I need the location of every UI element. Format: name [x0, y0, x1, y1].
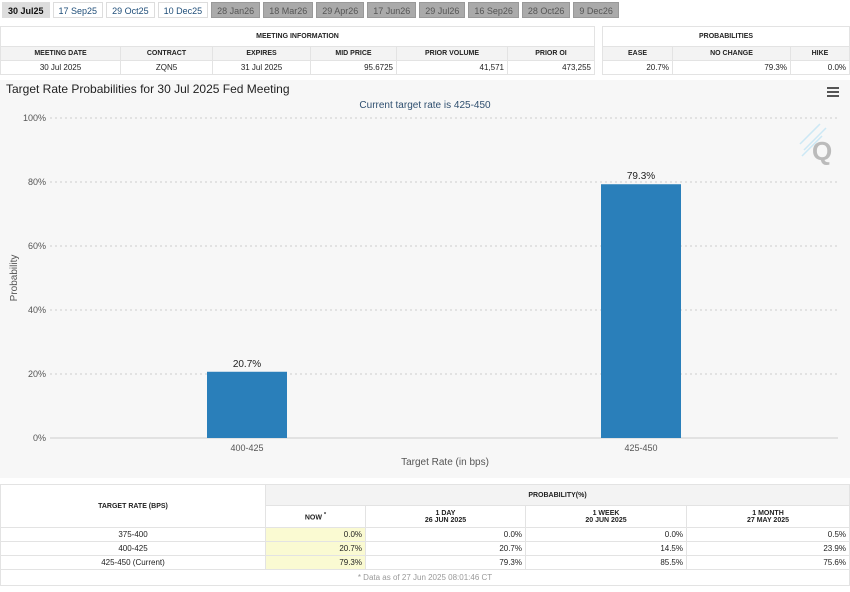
tab-meeting[interactable]: 29 Jul26	[419, 2, 466, 18]
probability-cell: 75.6%	[686, 555, 850, 570]
x-tick-label: 425-450	[624, 443, 657, 453]
col-header: PRIOR VOLUME	[396, 46, 508, 61]
col-header: PRIOR OI	[507, 46, 595, 61]
meeting-info-title: MEETING INFORMATION	[0, 26, 595, 47]
expires: 31 Jul 2025	[212, 60, 311, 75]
y-tick-label: 40%	[28, 305, 46, 315]
target-rate: 400-425	[0, 541, 266, 556]
tab-meeting[interactable]: 29 Oct25	[106, 2, 155, 18]
meeting-tabs: 30 Jul25 17 Sep25 29 Oct25 10 Dec25 28 Jan26…	[2, 2, 619, 18]
tab-meeting[interactable]: 9 Dec26	[573, 2, 619, 18]
mid-price: 95.6725	[310, 60, 397, 75]
target-rate: 375-400	[0, 527, 266, 542]
tab-meeting[interactable]: 18 Mar26	[263, 2, 314, 18]
chart-panel: Target Rate Probabilities for 30 Jul 202…	[0, 80, 850, 478]
no-change-value: 79.3%	[672, 60, 791, 75]
probability-cell: 0.5%	[686, 527, 850, 542]
prior-volume: 41,571	[396, 60, 508, 75]
probability-cell: 20.7%	[365, 541, 526, 556]
bar-425-450[interactable]	[601, 184, 681, 438]
y-tick-label: 100%	[23, 113, 46, 123]
col-label: 1 WEEK	[592, 509, 620, 517]
probability-cell: 79.3%	[365, 555, 526, 570]
target-rate-header: TARGET RATE (BPS)	[0, 484, 266, 528]
meeting-info-table: MEETING INFORMATION MEETING DATE CONTRAC…	[0, 26, 595, 75]
probability-cell: 23.9%	[686, 541, 850, 556]
watermark-logo: Q	[799, 123, 832, 166]
hike-value: 0.0%	[790, 60, 850, 75]
table-row: 425-450 (Current) 79.3% 79.3% 85.5% 75.6%	[0, 555, 850, 570]
col-header: EXPIRES	[212, 46, 311, 61]
col-date: 20 JUN 2025	[585, 516, 627, 524]
col-header: CONTRACT	[120, 46, 213, 61]
probability-cell: 0.0%	[265, 527, 366, 542]
menu-icon[interactable]	[827, 87, 839, 97]
probability-cell: 20.7%	[265, 541, 366, 556]
probability-table: TARGET RATE (BPS) PROBABILITY(%) NOW * 1…	[0, 484, 850, 586]
col-1-month: 1 MONTH 27 MAY 2025	[686, 505, 850, 528]
svg-text:Q: Q	[812, 136, 832, 166]
tab-meeting[interactable]: 17 Jun26	[367, 2, 417, 18]
tab-meeting[interactable]: 16 Sep26	[468, 2, 519, 18]
tab-meeting[interactable]: 28 Jan26	[211, 2, 261, 18]
tab-meeting[interactable]: 29 Apr26	[316, 2, 365, 18]
ease-value: 20.7%	[602, 60, 673, 75]
chart-title: Target Rate Probabilities for 30 Jul 202…	[6, 82, 290, 96]
tab-meeting[interactable]: 10 Dec25	[157, 2, 209, 18]
y-tick-label: 60%	[28, 241, 46, 251]
x-tick-label: 400-425	[230, 443, 263, 453]
col-now: NOW *	[265, 505, 366, 528]
col-header: MID PRICE	[310, 46, 397, 61]
tab-meeting[interactable]: 17 Sep25	[52, 2, 104, 18]
chart-subtitle: Current target rate is 425-450	[359, 100, 491, 111]
y-tick-label: 80%	[28, 177, 46, 187]
col-label: 1 MONTH	[752, 509, 784, 517]
col-date: 27 MAY 2025	[746, 516, 790, 524]
meeting-date: 30 Jul 2025	[0, 60, 121, 75]
footnote: * Data as of 27 Jun 2025 08:01:46 CT	[0, 569, 850, 586]
bar-chart: Target Rate Probabilities for 30 Jul 202…	[6, 82, 839, 468]
probability-cell: 14.5%	[525, 541, 687, 556]
col-header: MEETING DATE	[0, 46, 121, 61]
probabilities-table: PROBABILITIES EASE NO CHANGE HIKE 20.7% …	[602, 26, 850, 75]
probability-cell: 0.0%	[525, 527, 687, 542]
col-1-day: 1 DAY 26 JUN 2025	[365, 505, 526, 528]
bar-400-425[interactable]	[207, 371, 287, 438]
target-rate: 425-450 (Current)	[0, 555, 266, 570]
contract: ZQN5	[120, 60, 213, 75]
col-header: HIKE	[790, 46, 850, 61]
tab-meeting[interactable]: 28 Oct26	[521, 2, 571, 18]
probabilities-title: PROBABILITIES	[602, 26, 850, 47]
y-axis-title: Probability	[9, 255, 20, 302]
col-date: 26 JUN 2025	[424, 516, 467, 524]
x-axis-title: Target Rate (in bps)	[401, 457, 489, 468]
col-note: *	[323, 511, 327, 518]
table-row: 400-425 20.7% 20.7% 14.5% 23.9%	[0, 541, 850, 556]
col-label: 1 DAY	[435, 509, 456, 517]
tab-meeting[interactable]: 30 Jul25	[2, 2, 50, 18]
probability-cell: 85.5%	[525, 555, 687, 570]
col-header: NO CHANGE	[672, 46, 791, 61]
prior-oi: 473,255	[507, 60, 595, 75]
data-label: 20.7%	[233, 359, 261, 370]
y-tick-label: 20%	[28, 369, 46, 379]
probability-header: PROBABILITY(%)	[265, 484, 850, 506]
col-label: NOW	[304, 514, 322, 522]
y-tick-label: 0%	[33, 433, 46, 443]
col-header: EASE	[602, 46, 673, 61]
probability-cell: 0.0%	[365, 527, 526, 542]
col-1-week: 1 WEEK 20 JUN 2025	[525, 505, 687, 528]
probability-cell: 79.3%	[265, 555, 366, 570]
table-row: 375-400 0.0% 0.0% 0.0% 0.5%	[0, 527, 850, 542]
data-label: 79.3%	[627, 171, 655, 182]
